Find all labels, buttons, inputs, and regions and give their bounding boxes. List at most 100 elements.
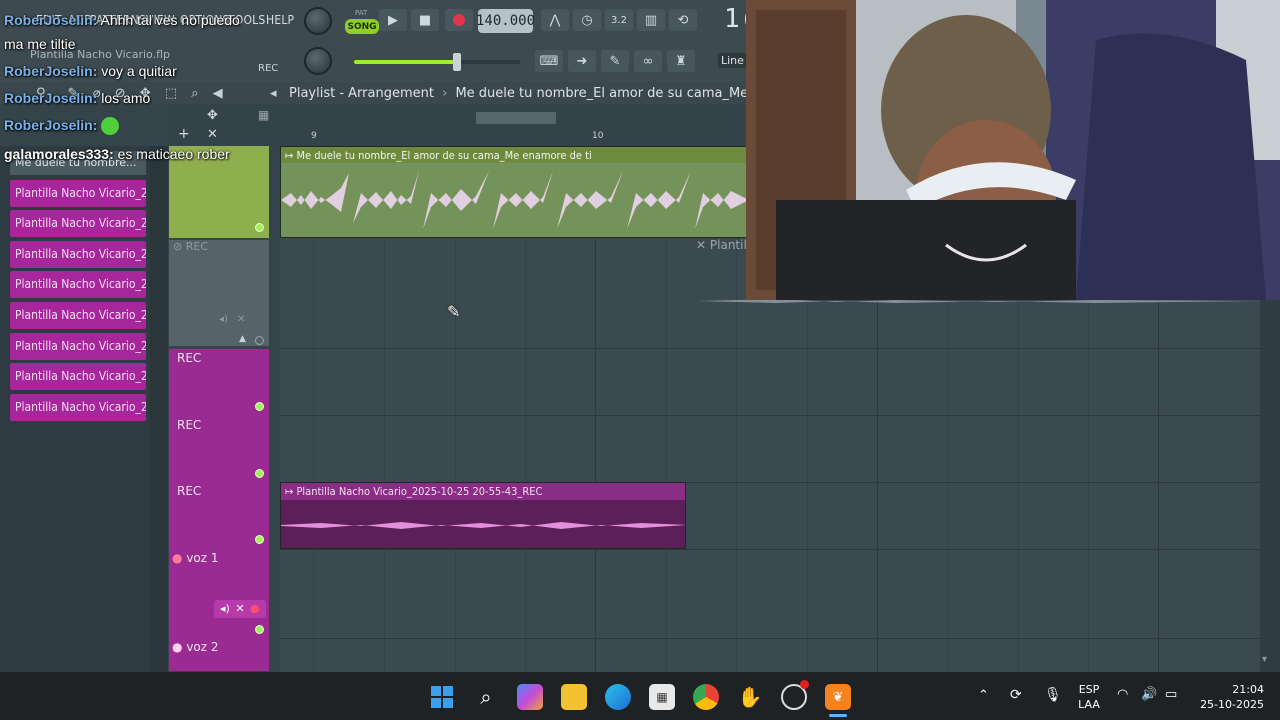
chat-message: RoberJoselin: los amo [4,90,150,106]
track-header-rec-1[interactable]: ⊘ REC ◂) ✕ ▲ [169,240,269,346]
breadcrumb-separator: › [442,86,448,101]
horizontal-scrollbar[interactable] [476,112,556,124]
typing-keyboard-button[interactable]: ⌨ [535,50,563,72]
close-icon[interactable]: ✕ [207,127,218,142]
snap-selector[interactable]: Line [718,53,747,68]
picker-scrollbar[interactable] [150,146,168,676]
pat-label: PAT [355,9,368,17]
scroll-down-icon[interactable]: ▾ [1262,654,1267,665]
loop-record-button[interactable]: ⟲ [669,9,697,31]
picker-item-pattern[interactable]: Plantilla Nacho Vicario_2... [10,271,146,298]
vertical-scrollbar[interactable] [1260,300,1280,672]
track-active-indicator[interactable] [255,223,264,232]
screen: EDIT ADD PATTERNS VIEW OPTIONS TOOLS HEL… [0,0,1280,720]
search-icon[interactable]: ⌕ [473,684,499,710]
chrome-icon[interactable] [693,684,719,710]
chat-text: ma me tiltie [4,36,76,52]
stamp-button[interactable]: ♜ [667,50,695,72]
copilot-icon[interactable] [517,684,543,710]
battery-icon[interactable]: ▭ [1165,687,1177,702]
master-pitch-knob[interactable] [304,7,332,35]
master-volume-knob[interactable] [304,47,332,75]
mute-icon[interactable]: ✕ [237,314,245,325]
record-arm-icon[interactable]: ● [172,640,182,654]
menu-help[interactable]: HELP [266,13,294,27]
select-tool-icon[interactable]: ⬚ [165,86,177,101]
link-button[interactable]: ∞ [634,50,662,72]
file-explorer-icon[interactable] [561,684,587,710]
master-volume-thumb[interactable] [453,53,461,71]
chat-message: RoberJoselin: voy a quitiar [4,63,177,79]
tempo-display[interactable]: 140.000 [476,9,535,33]
picker-item-pattern[interactable]: Plantilla Nacho Vicario_2... [10,302,146,329]
record-button[interactable] [445,9,473,31]
track-active-indicator[interactable] [255,535,264,544]
song-mode-toggle[interactable]: SONG [345,19,379,34]
add-track-icon[interactable]: + [178,126,190,142]
chat-text: Ahhh tal ves no puedo [100,12,240,28]
picker-item-pattern[interactable]: Plantilla Nacho Vicario_2... [10,180,146,207]
picker-item-pattern[interactable]: Plantilla Nacho Vicario_2... [10,210,146,237]
picker-item-pattern[interactable]: Plantilla Nacho Vicario_2... [10,363,146,390]
loop-icon: ⟲ [677,12,689,28]
speaker-icon[interactable]: ◂) [220,602,230,615]
next-button[interactable]: ➜ [568,50,596,72]
track-indicator[interactable] [255,336,264,345]
play-button[interactable]: ▶ [379,9,407,31]
edge-icon[interactable] [605,684,631,710]
clip-fragment[interactable]: ✕ Plantil [696,238,747,252]
mute-icon[interactable]: ✕ [235,602,244,615]
picker-item-pattern[interactable]: Plantilla Nacho Vicario_2... [10,394,146,421]
picker-item-pattern[interactable]: Plantilla Nacho Vicario_2... [10,333,146,360]
wait-record-button[interactable]: ◷ [573,9,601,31]
speaker-icon[interactable]: ◂) [219,314,228,325]
windows-logo-icon [431,686,453,708]
clip-waveform [281,522,685,529]
playback-tool-icon[interactable]: ◀ [213,86,223,101]
track-active-indicator[interactable] [255,469,264,478]
track-active-indicator[interactable] [255,402,264,411]
track-label-rec-3[interactable]: REC [177,418,201,432]
track-label-rec-4[interactable]: REC [177,484,201,498]
sync-icon[interactable]: ⟳ [1010,687,1022,703]
store-icon[interactable]: ▦ [649,684,675,710]
track-active-indicator[interactable] [255,625,264,634]
timeline-ruler[interactable] [168,104,748,146]
master-volume-fill [354,60,457,64]
clip-arrow-icon: ↦ [285,149,294,162]
chat-text: voy a quitiar [101,63,177,79]
hand-app-icon[interactable]: ✋ [737,684,763,710]
grid-icon[interactable]: ▦ [258,108,269,122]
play-icon: ▶ [388,12,398,28]
record-dot-icon[interactable]: ● [250,602,260,615]
metronome-button[interactable]: ⋀ [541,9,569,31]
master-volume-slider[interactable] [354,60,520,64]
microphone-icon[interactable]: 🎙 [1044,687,1062,703]
speaker-icon[interactable]: ◂ [270,86,277,101]
audio-clip-song[interactable]: ↦ Me duele tu nombre_El amor de su cama_… [280,146,748,238]
zoom-tool-icon[interactable]: ⌕ [191,86,198,101]
picker-item-pattern[interactable]: Plantilla Nacho Vicario_2... [10,241,146,268]
track-label-voz1[interactable]: ● voz 1 [172,551,219,565]
webcam-overlay [746,0,1280,300]
fl-studio-icon[interactable]: ❦ [825,684,851,710]
track-label-voz2[interactable]: ● voz 2 [172,640,219,654]
collapse-icon[interactable]: ▲ [239,334,246,344]
record-arm-icon[interactable]: ● [172,551,182,565]
countdown-button[interactable]: 3.2 [605,9,633,31]
volume-icon[interactable]: 🔊 [1141,687,1157,702]
clip-close-icon[interactable]: ✕ [696,238,706,252]
tray-chevron-icon[interactable]: ⌃ [978,688,989,703]
wifi-icon[interactable]: ◠ [1117,687,1128,702]
track-label-rec-2[interactable]: REC [177,351,201,365]
clock[interactable]: 21:04 25-10-2025 [1192,682,1264,712]
move-icon[interactable]: ✥ [207,108,218,123]
language-indicator[interactable]: ESP LAA [1074,682,1104,712]
start-button[interactable] [429,684,455,710]
draw-tool-button[interactable]: ✎ [601,50,629,72]
audio-clip-recording[interactable]: ↦ Plantilla Nacho Vicario_2025-10-25 20-… [280,482,686,549]
step-edit-button[interactable]: ▥ [637,9,665,31]
stop-button[interactable]: ■ [411,9,439,31]
record-arm-icon[interactable]: ⊘ [173,240,182,253]
clip-waveform [281,163,747,237]
